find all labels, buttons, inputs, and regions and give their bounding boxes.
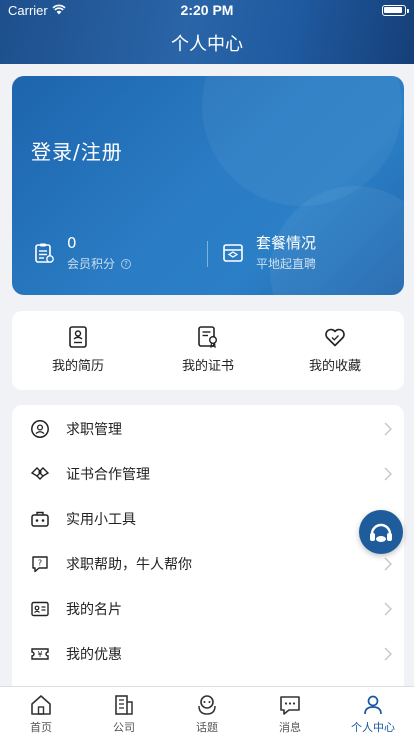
quick-resume-label: 我的简历 xyxy=(51,359,104,374)
menu-label: 求职帮助，牛人帮你 xyxy=(66,556,192,573)
tab-label: 首页 xyxy=(30,721,52,734)
plan-title: 套餐情况 xyxy=(256,234,317,252)
tab-messages[interactable]: 消息 xyxy=(249,693,331,735)
resume-icon xyxy=(69,326,87,348)
profile-card: 登录/注册 0 会员积分? 套餐情况 平地起直聘 xyxy=(12,76,404,295)
points-clipboard-icon xyxy=(35,243,54,263)
package-icon xyxy=(223,244,243,262)
business-card-icon xyxy=(31,601,49,616)
plan-stat[interactable]: 套餐情况 平地起直聘 xyxy=(222,234,316,272)
tab-bar: 首页 公司 话题 消息 个人中心 xyxy=(0,686,414,736)
tab-topic[interactable]: 话题 xyxy=(166,693,248,735)
message-icon xyxy=(280,696,300,715)
chevron-right-icon xyxy=(384,421,392,436)
help-chat-icon: ? xyxy=(32,555,48,572)
person-icon xyxy=(364,695,382,715)
quick-actions: 我的简历 我的证书 我的收藏 xyxy=(12,311,404,390)
tab-label: 话题 xyxy=(196,721,218,734)
help-icon[interactable]: ? xyxy=(121,258,132,269)
tab-home[interactable]: 首页 xyxy=(0,693,82,735)
building-icon xyxy=(115,695,133,715)
svg-text:?: ? xyxy=(38,558,42,567)
tab-profile[interactable]: 个人中心 xyxy=(332,693,414,735)
topic-icon xyxy=(198,695,216,715)
tab-company[interactable]: 公司 xyxy=(83,693,165,735)
menu-label: 求职管理 xyxy=(66,421,122,438)
headset-icon xyxy=(370,523,392,542)
header: Carrier 2:20 PM 个人中心 xyxy=(0,0,414,64)
chevron-right-icon xyxy=(384,556,392,571)
tab-label: 公司 xyxy=(113,721,135,734)
toolbox-icon xyxy=(31,511,49,527)
decor-circle xyxy=(202,76,402,206)
page-title: 个人中心 xyxy=(171,34,243,55)
menu-list: 求职管理 证书合作管理 实用小工具 ? 求职帮助，牛人帮你 我的名片 ¥ 我的优… xyxy=(12,405,404,705)
customer-service-button[interactable] xyxy=(359,510,403,554)
tab-label: 个人中心 xyxy=(351,721,395,734)
menu-item-business-card[interactable]: 我的名片 xyxy=(12,586,404,631)
quick-favorites-label: 我的收藏 xyxy=(308,359,361,374)
menu-item-certificate-cooperation[interactable]: 证书合作管理 xyxy=(12,451,404,496)
quick-certificate[interactable]: 我的证书 xyxy=(153,325,263,374)
menu-label: 证书合作管理 xyxy=(66,466,150,483)
points-label: 会员积分 xyxy=(67,257,116,271)
certificate-icon xyxy=(198,326,217,349)
chevron-right-icon xyxy=(384,646,392,661)
menu-label: 我的优惠 xyxy=(66,646,122,663)
heart-icon xyxy=(325,328,345,347)
menu-item-tools[interactable]: 实用小工具 xyxy=(12,496,404,541)
handshake-icon xyxy=(30,466,50,480)
status-bar: Carrier 2:20 PM xyxy=(0,0,414,22)
battery-icon xyxy=(382,5,409,16)
stat-divider xyxy=(207,241,208,267)
menu-label: 实用小工具 xyxy=(66,511,136,528)
quick-certificate-label: 我的证书 xyxy=(181,359,234,374)
quick-resume[interactable]: 我的简历 xyxy=(23,325,133,374)
points-stat[interactable]: 0 会员积分? xyxy=(33,234,132,272)
svg-text:¥: ¥ xyxy=(37,650,42,659)
menu-label: 我的名片 xyxy=(66,601,122,618)
login-register-link[interactable]: 登录/注册 xyxy=(31,136,123,165)
menu-item-job-management[interactable]: 求职管理 xyxy=(12,406,404,451)
tab-label: 消息 xyxy=(279,721,301,734)
menu-item-job-help[interactable]: ? 求职帮助，牛人帮你 xyxy=(12,541,404,586)
status-time: 2:20 PM xyxy=(180,2,234,18)
chevron-right-icon xyxy=(384,601,392,616)
points-value: 0 xyxy=(67,234,77,252)
job-search-icon xyxy=(31,419,49,438)
plan-subtitle: 平地起直聘 xyxy=(256,257,317,271)
quick-favorites[interactable]: 我的收藏 xyxy=(280,325,390,374)
coupon-icon: ¥ xyxy=(31,647,49,660)
home-icon xyxy=(31,695,51,715)
menu-item-coupons[interactable]: ¥ 我的优惠 xyxy=(12,631,404,676)
chevron-right-icon xyxy=(384,466,392,481)
